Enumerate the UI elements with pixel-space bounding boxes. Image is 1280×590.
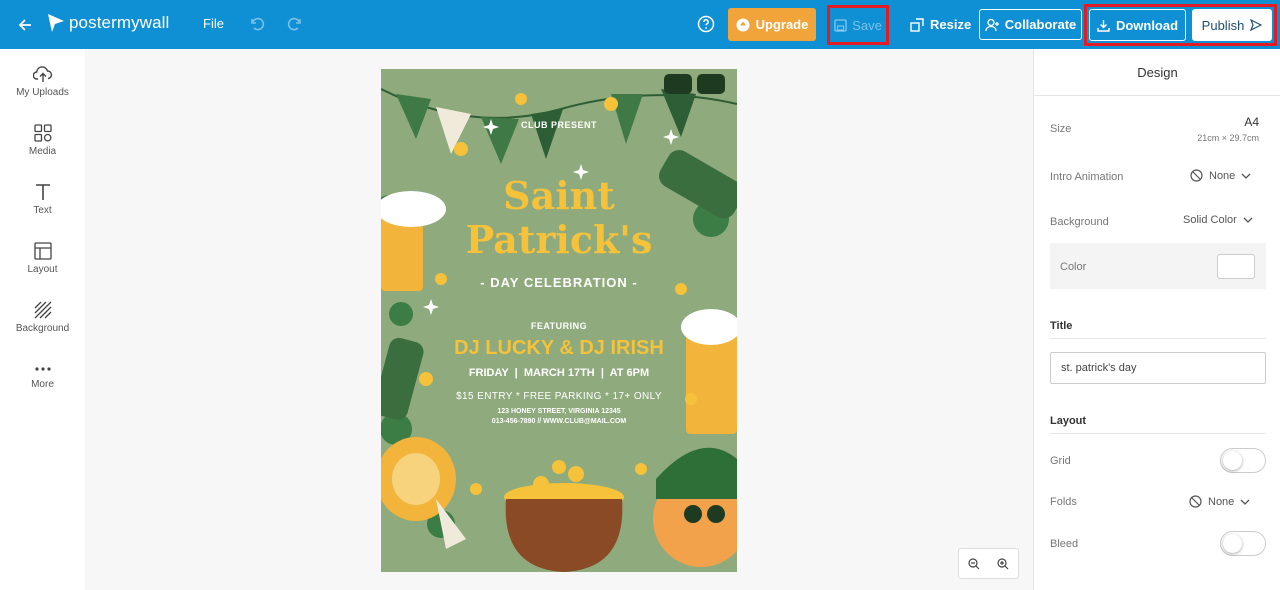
sidebar-item-label: Layout xyxy=(27,264,58,275)
more-icon xyxy=(34,367,51,371)
chevron-down-icon xyxy=(1243,217,1253,223)
sidebar-item-media[interactable]: Media xyxy=(0,124,85,157)
panel-title: Design xyxy=(1034,49,1280,96)
media-icon xyxy=(33,124,52,142)
sidebar-item-label: More xyxy=(31,379,54,390)
upgrade-icon xyxy=(736,18,750,31)
sidebar-item-label: My Uploads xyxy=(16,87,69,98)
sidebar-item-my-uploads[interactable]: My Uploads xyxy=(0,65,85,98)
sidebar-item-label: Media xyxy=(28,146,57,157)
save-label: Save xyxy=(852,17,882,33)
poster-date-line: FRIDAY | MARCH 17TH | AT 6PM xyxy=(468,367,650,379)
poster-entry-line: $15 ENTRY * FREE PARKING * 17+ ONLY xyxy=(456,391,662,402)
grid-label: Grid xyxy=(1050,455,1071,467)
intro-animation-label: Intro Animation xyxy=(1050,171,1124,183)
publish-button[interactable]: Publish xyxy=(1192,9,1272,41)
grid-toggle[interactable] xyxy=(1220,448,1266,473)
logo-text: postermywall xyxy=(69,13,170,32)
undo-icon xyxy=(251,17,265,31)
none-icon xyxy=(1189,495,1202,508)
color-label: Color xyxy=(1060,261,1087,273)
folds-select[interactable]: None xyxy=(1189,495,1250,508)
background-value: Solid Color xyxy=(1183,214,1237,226)
sidebar-item-text[interactable]: Text xyxy=(0,183,85,216)
zoom-in-icon[interactable] xyxy=(997,557,1009,570)
title-input[interactable]: st. patrick's day xyxy=(1050,352,1266,384)
intro-animation-value: None xyxy=(1209,169,1236,182)
sidebar-item-label: Background xyxy=(15,323,70,334)
design-panel: Design Size A4 21cm × 29.7cm Intro Anima… xyxy=(1033,49,1280,590)
resize-label: Resize xyxy=(930,17,972,32)
title-section-heading: Title xyxy=(1050,320,1073,332)
download-icon xyxy=(1097,19,1110,32)
size-value[interactable]: A4 xyxy=(1244,115,1259,129)
chevron-down-icon xyxy=(1241,173,1251,179)
size-label: Size xyxy=(1050,123,1072,135)
save-button[interactable]: Save xyxy=(827,5,889,45)
file-menu[interactable]: File xyxy=(203,16,224,31)
logo[interactable]: postermywall xyxy=(46,12,169,34)
poster-featuring: FEATURING xyxy=(530,321,588,331)
zoom-out-icon[interactable] xyxy=(968,557,980,570)
sidebar-item-layout[interactable]: Layout xyxy=(0,242,85,275)
sidebar-item-background[interactable]: Background xyxy=(0,301,85,334)
arrow-left-icon xyxy=(18,19,31,31)
bleed-toggle[interactable] xyxy=(1220,531,1266,556)
save-icon xyxy=(834,18,847,32)
bleed-label: Bleed xyxy=(1050,538,1079,550)
text-icon xyxy=(35,184,50,200)
redo-button[interactable] xyxy=(287,16,303,37)
resize-icon xyxy=(910,17,924,32)
upgrade-label: Upgrade xyxy=(755,17,809,32)
folds-label: Folds xyxy=(1050,496,1077,508)
chevron-down-icon xyxy=(1240,499,1250,505)
sidebar-item-more[interactable]: More xyxy=(0,363,85,390)
download-label: Download xyxy=(1115,17,1179,33)
left-toolbar: My Uploads Media Text Layout Background … xyxy=(0,49,85,590)
background-label: Background xyxy=(1050,216,1109,228)
intro-animation-select[interactable]: None xyxy=(1190,169,1251,182)
top-bar: postermywall File Upgrade Save Resize Co… xyxy=(0,0,1280,49)
publish-label: Publish xyxy=(1201,17,1245,33)
color-row: Color xyxy=(1050,243,1266,289)
zoom-controls xyxy=(958,548,1019,579)
background-select[interactable]: Solid Color xyxy=(1183,214,1253,226)
upload-cloud-icon xyxy=(32,66,52,82)
help-button[interactable] xyxy=(697,15,715,38)
poster-address-line: 123 HONEY STREET, VIRGINIA 12345 xyxy=(497,408,621,415)
logo-mark-icon xyxy=(48,14,64,32)
folds-value: None xyxy=(1208,495,1235,508)
divider xyxy=(1050,338,1266,339)
poster-club-present: CLUB PRESENT xyxy=(520,120,597,130)
resize-button[interactable]: Resize xyxy=(902,8,979,41)
divider xyxy=(1050,433,1266,434)
download-button[interactable]: Download xyxy=(1089,9,1186,41)
add-user-icon xyxy=(985,18,999,31)
poster-subtitle: - DAY CELEBRATION - xyxy=(480,275,638,290)
collaborate-button[interactable]: Collaborate xyxy=(979,9,1082,40)
none-icon xyxy=(1190,169,1203,182)
poster-title-line2: Patrick's xyxy=(465,217,653,262)
help-icon xyxy=(697,15,715,33)
undo-button[interactable] xyxy=(249,16,265,37)
back-button[interactable] xyxy=(14,14,36,36)
sidebar-item-label: Text xyxy=(33,205,52,216)
upgrade-button[interactable]: Upgrade xyxy=(728,8,816,41)
poster-title-line1: Saint xyxy=(503,173,615,218)
collaborate-label: Collaborate xyxy=(1004,17,1077,32)
redo-icon xyxy=(287,17,301,31)
size-dims: 21cm × 29.7cm xyxy=(1197,133,1259,143)
layout-section-heading: Layout xyxy=(1050,415,1087,427)
poster-contact-line: 013-456-7890 // WWW.CLUB@MAIL.COM xyxy=(491,418,627,425)
poster-djs: DJ LUCKY & DJ IRISH xyxy=(454,337,664,359)
layout-icon xyxy=(33,242,52,260)
send-icon xyxy=(1250,19,1263,31)
color-swatch[interactable] xyxy=(1217,254,1255,279)
background-icon xyxy=(34,301,51,319)
poster-canvas[interactable]: CLUB PRESENT Saint Patrick's - DAY CELEB… xyxy=(381,69,737,572)
